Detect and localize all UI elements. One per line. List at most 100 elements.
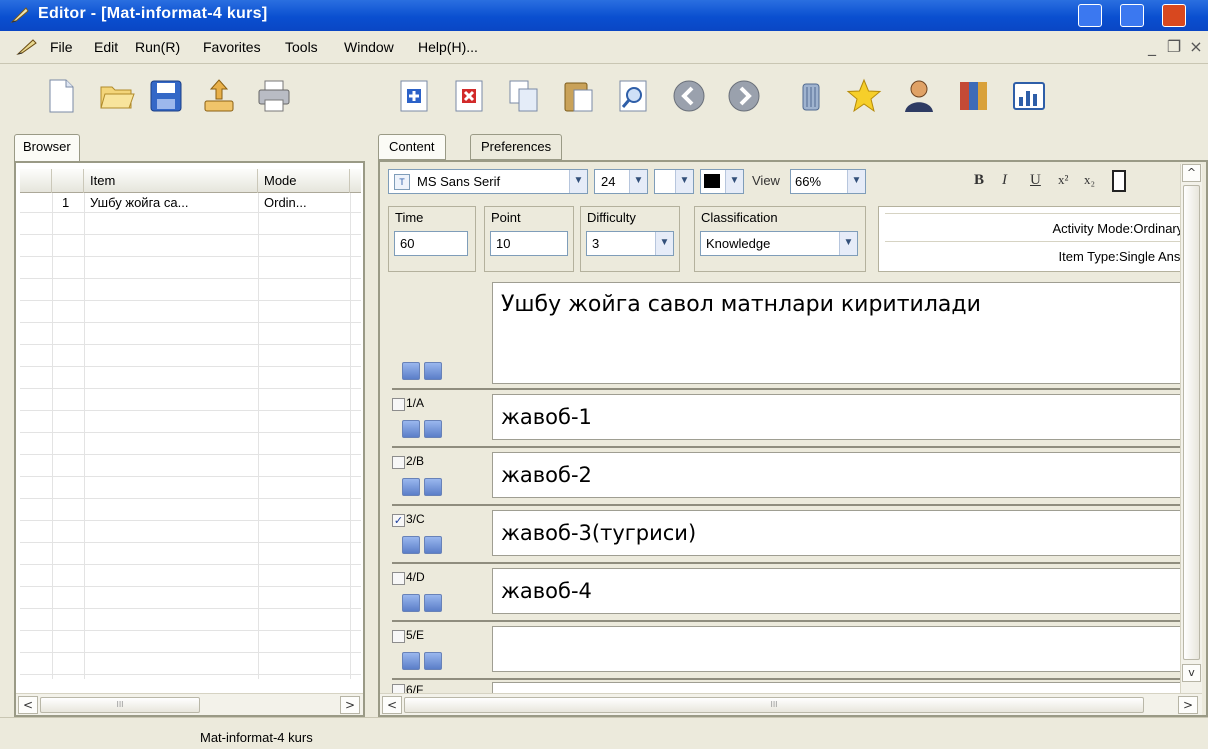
size-dropdown-extra[interactable]: ▼ [654,169,694,194]
more-format-icon[interactable] [1112,170,1126,192]
favorites-star-icon[interactable] [845,77,883,115]
question-text-box[interactable]: Ушбу жойга савол матнлари киритилади [492,282,1192,384]
underline-button[interactable]: U [1030,172,1041,189]
question-edit-icon[interactable] [402,362,420,380]
answer-2-edit-icon[interactable] [402,478,420,496]
chevron-down-icon[interactable]: ▼ [569,170,587,193]
column-header-mode[interactable]: Mode [258,169,350,193]
menu-favorites[interactable]: Favorites [203,39,261,55]
mdi-restore-button[interactable]: ❐ [1162,37,1186,56]
answer-3-text[interactable]: жавоб-3(тугриси) [492,510,1192,556]
column-header-item[interactable]: Item [84,169,258,193]
answer-4-text[interactable]: жавоб-4 [492,568,1192,614]
browser-horizontal-scrollbar[interactable]: < III > [16,693,363,715]
italic-button[interactable]: I [1002,172,1007,189]
new-file-icon[interactable] [42,77,80,115]
window-close-button[interactable] [1162,4,1186,27]
color-select[interactable]: ▼ [700,169,744,194]
answer-1-media-icon[interactable] [424,420,442,438]
answer-1-checkbox[interactable] [392,398,405,411]
table-row[interactable]: 1 Ушбу жойга са... Ordin... [20,193,361,215]
answer-3-checkbox[interactable]: ✓ [392,514,405,527]
menu-tools[interactable]: Tools [285,39,318,55]
menu-run[interactable]: Run(R) [135,39,180,55]
scroll-thumb[interactable]: III [404,697,1144,713]
classification-field: Classification Knowledge ▼ [694,206,866,272]
answer-3-edit-icon[interactable] [402,536,420,554]
answer-1-text[interactable]: жавоб-1 [492,394,1192,440]
delete-item-icon[interactable] [450,77,488,115]
answer-2-media-icon[interactable] [424,478,442,496]
open-folder-icon[interactable] [98,77,136,115]
scroll-down-icon[interactable]: v [1182,664,1201,682]
difficulty-select[interactable]: 3 ▼ [586,231,674,256]
chart-icon[interactable] [1010,77,1048,115]
forward-icon[interactable] [725,77,763,115]
menu-file[interactable]: File [50,39,73,55]
copy-icon[interactable] [505,77,543,115]
answer-5-media-icon[interactable] [424,652,442,670]
tab-content[interactable]: Content [378,134,446,160]
answer-1-edit-icon[interactable] [402,420,420,438]
preview-icon[interactable] [614,77,652,115]
view-label: View [752,173,780,188]
time-label: Time [395,210,424,225]
chevron-down-icon[interactable]: ▼ [629,170,647,193]
print-icon[interactable] [255,77,293,115]
bold-button[interactable]: B [974,172,984,189]
difficulty-label: Difficulty [587,210,636,225]
chevron-down-icon[interactable]: ▼ [847,170,865,193]
scroll-left-icon[interactable]: < [382,696,402,714]
window-maximize-button[interactable] [1120,4,1144,27]
publish-icon[interactable] [200,77,238,115]
user-icon[interactable] [900,77,938,115]
trash-icon[interactable] [792,77,830,115]
chevron-down-icon[interactable]: ▼ [725,170,743,193]
menu-help[interactable]: Help(H)... [418,39,478,55]
answer-2-checkbox[interactable] [392,456,405,469]
answer-4-edit-icon[interactable] [402,594,420,612]
scroll-thumb[interactable]: III [40,697,200,713]
time-input[interactable]: 60 [394,231,468,256]
title-bar: Editor - [Mat-informat-4 kurs] [0,0,1208,31]
content-vertical-scrollbar[interactable]: ^ v [1180,164,1202,709]
classification-select[interactable]: Knowledge ▼ [700,231,858,256]
answer-4-checkbox[interactable] [392,572,405,585]
scroll-up-icon[interactable]: ^ [1182,164,1201,182]
chevron-down-icon[interactable]: ▼ [655,232,673,255]
header-number [52,169,84,193]
scroll-left-icon[interactable]: < [18,696,38,714]
menu-edit[interactable]: Edit [94,39,118,55]
answer-5-checkbox[interactable] [392,630,405,643]
size-select[interactable]: 24 ▼ [594,169,648,194]
tab-browser[interactable]: Browser [14,134,80,161]
point-input[interactable]: 10 [490,231,568,256]
save-icon[interactable] [147,77,185,115]
scroll-right-icon[interactable]: > [1178,696,1198,714]
mdi-minimize-button[interactable]: _ [1140,37,1164,56]
window-minimize-button[interactable] [1078,4,1102,27]
add-item-icon[interactable] [395,77,433,115]
content-horizontal-scrollbar[interactable]: < III > [380,693,1202,715]
chevron-down-icon[interactable]: ▼ [675,170,693,193]
paste-icon[interactable] [560,77,598,115]
font-select[interactable]: T MS Sans Serif ▼ [388,169,588,194]
font-name: MS Sans Serif [417,174,501,189]
tab-preferences[interactable]: Preferences [470,134,563,160]
menu-window[interactable]: Window [344,39,394,55]
back-icon[interactable] [670,77,708,115]
book-icon[interactable] [954,77,992,115]
subscript-button[interactable]: x₂ [1084,172,1095,188]
answer-5-text[interactable] [492,626,1192,672]
answer-5-edit-icon[interactable] [402,652,420,670]
view-select[interactable]: 66% ▼ [790,169,866,194]
chevron-down-icon[interactable]: ▼ [839,232,857,255]
superscript-button[interactable]: x² [1058,172,1068,188]
mdi-close-button[interactable]: × [1184,37,1208,56]
answer-3-media-icon[interactable] [424,536,442,554]
answer-4-media-icon[interactable] [424,594,442,612]
scroll-thumb[interactable] [1183,185,1200,660]
scroll-right-icon[interactable]: > [340,696,360,714]
question-media-icon[interactable] [424,362,442,380]
answer-2-text[interactable]: жавоб-2 [492,452,1192,498]
